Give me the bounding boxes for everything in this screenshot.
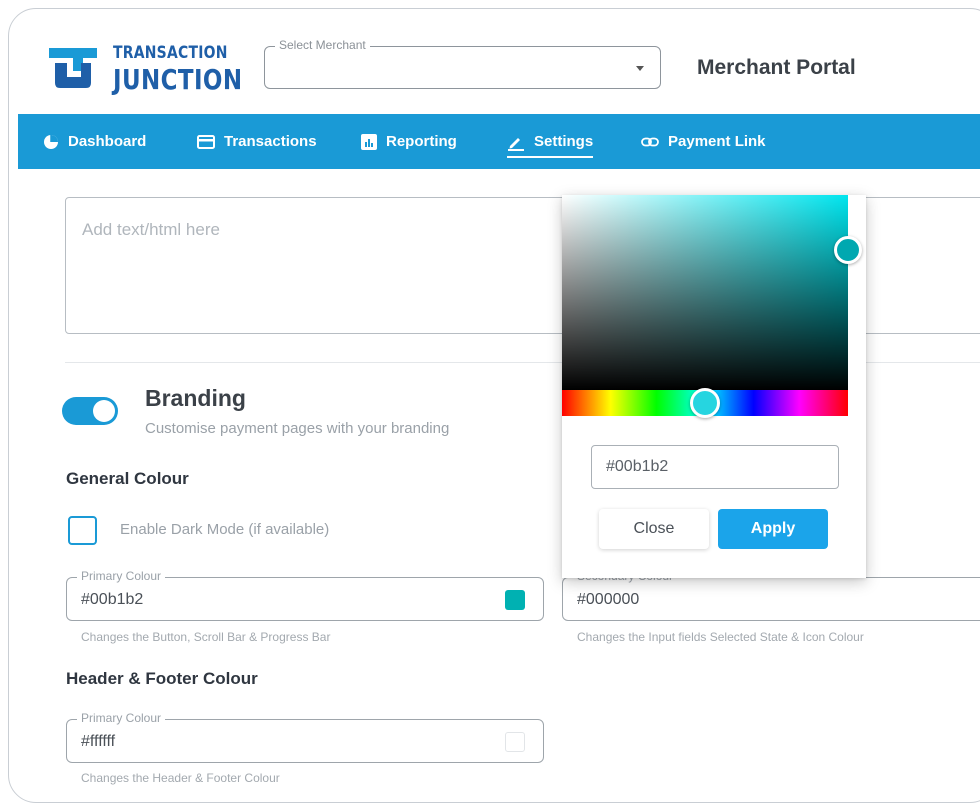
nav-item-transactions[interactable]: Transactions <box>197 114 317 169</box>
chevron-down-icon[interactable] <box>636 66 644 71</box>
nav-item-label: Dashboard <box>68 133 147 150</box>
nav-item-dashboard[interactable]: Dashboard <box>43 114 146 169</box>
main-nav: Dashboard Transactions Reporting Setting… <box>18 114 980 169</box>
colour-swatch[interactable] <box>505 590 525 610</box>
brand-name-line2: JUNCTION <box>113 63 243 96</box>
branding-title: Branding <box>145 385 246 411</box>
page-title: Merchant Portal <box>697 56 856 79</box>
branding-toggle[interactable] <box>62 397 118 425</box>
general-primary-colour-field[interactable]: Primary Colour #00b1b2 <box>66 569 544 621</box>
field-label: Primary Colour <box>77 569 166 583</box>
field-helper-text: Changes the Input fields Selected State … <box>577 630 864 644</box>
nav-item-payment-link[interactable]: Payment Link <box>641 114 766 169</box>
merchant-select[interactable]: Select Merchant <box>264 38 661 89</box>
merchant-select-label: Select Merchant <box>275 38 370 52</box>
saturation-value-area[interactable] <box>562 195 848 390</box>
nav-item-label: Payment Link <box>668 133 766 150</box>
card-icon <box>197 134 215 149</box>
field-helper-text: Changes the Button, Scroll Bar & Progres… <box>81 630 331 644</box>
nav-item-label: Settings <box>534 133 594 150</box>
hue-slider-handle[interactable] <box>690 388 720 418</box>
link-icon <box>641 137 659 146</box>
general-secondary-colour-field[interactable]: Secondary Colour #000000 <box>562 569 980 621</box>
color-picker-popover: #00b1b2 Close Apply <box>562 195 866 578</box>
colour-swatch[interactable] <box>505 732 525 752</box>
field-value: #000000 <box>577 591 640 608</box>
header-footer-colour-title: Header & Footer Colour <box>66 669 258 688</box>
report-icon <box>361 133 377 150</box>
general-colour-title: General Colour <box>66 469 189 488</box>
nav-item-label: Reporting <box>386 133 457 150</box>
pie-chart-icon <box>44 134 58 149</box>
saturation-value-handle[interactable] <box>834 236 862 264</box>
header-footer-primary-colour-field[interactable]: Primary Colour #ffffff <box>66 711 544 763</box>
toggle-knob <box>93 400 115 422</box>
field-value: #00b1b2 <box>81 591 144 608</box>
hex-colour-input[interactable]: #00b1b2 <box>591 445 839 489</box>
hex-value: #00b1b2 <box>606 458 669 475</box>
pencil-icon <box>508 137 524 151</box>
apply-button[interactable]: Apply <box>718 509 828 549</box>
field-helper-text: Changes the Header & Footer Colour <box>81 771 280 785</box>
transaction-junction-logo <box>49 48 97 88</box>
active-tab-indicator <box>507 156 594 158</box>
dark-mode-label: Enable Dark Mode (if available) <box>120 521 330 538</box>
nav-item-label: Transactions <box>224 133 317 150</box>
branding-subtitle: Customise payment pages with your brandi… <box>145 420 450 437</box>
nav-item-settings[interactable]: Settings <box>507 114 594 169</box>
field-value: #ffffff <box>81 733 116 750</box>
dark-mode-checkbox[interactable] <box>68 516 97 545</box>
close-button[interactable]: Close <box>599 509 709 549</box>
brand-name-line1: TRANSACTION <box>113 43 228 63</box>
textarea-placeholder: Add text/html here <box>82 220 220 239</box>
field-label: Primary Colour <box>77 711 166 725</box>
nav-item-reporting[interactable]: Reporting <box>361 114 457 169</box>
